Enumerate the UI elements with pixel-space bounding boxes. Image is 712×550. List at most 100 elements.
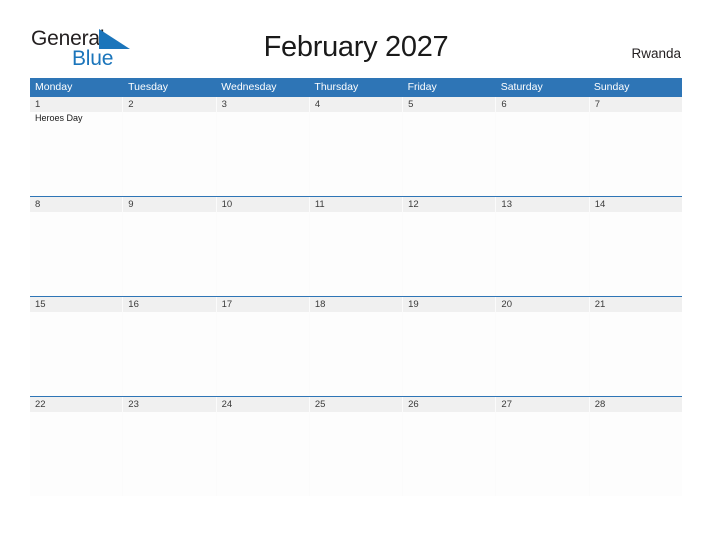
weekday-header-row: Monday Tuesday Wednesday Thursday Friday… [30,78,682,97]
weekday-header-monday: Monday [35,81,73,93]
weekday-header-thursday: Thursday [314,81,359,93]
day-events [310,212,402,213]
day-events: Heroes Day [30,112,122,124]
calendar-week-row: 22 23 24 25 26 27 28 [30,396,682,496]
day-number: 11 [314,199,325,210]
calendar-day-cell[interactable]: 17 [216,297,310,396]
day-events [310,112,402,113]
day-number: 8 [35,199,41,210]
calendar-day-cell[interactable]: 12 [403,197,497,296]
calendar-day-cell[interactable]: 6 [496,97,590,196]
day-events [590,212,682,213]
country-label: Rwanda [631,46,681,61]
calendar-week-cells: 15 16 17 18 19 20 21 [30,297,682,396]
calendar-day-cell[interactable]: 3 [216,97,310,196]
calendar-week-cells: 1 Heroes Day 2 3 4 5 6 7 [30,97,682,196]
calendar-week-row: 8 9 10 11 12 13 14 [30,196,682,296]
calendar-day-cell[interactable]: 13 [496,197,590,296]
calendar-day-cell[interactable]: 18 [309,297,404,396]
day-events [403,312,495,313]
day-number: 23 [128,399,139,410]
day-number: 20 [501,299,512,310]
calendar-day-cell[interactable]: 2 [123,97,217,196]
weekday-header-saturday: Saturday [500,81,543,93]
day-number: 12 [408,199,419,210]
day-events [496,112,588,113]
day-number: 9 [128,199,134,210]
calendar-weeks: 1 Heroes Day 2 3 4 5 6 7 8 9 10 11 12 13 14 15 16 17 18 19 2… [30,97,682,496]
day-events [30,312,122,313]
day-events [123,112,215,113]
calendar-day-cell[interactable]: 1 Heroes Day [30,97,124,196]
day-events [310,312,402,313]
day-number: 3 [221,99,227,110]
day-events [590,112,682,113]
calendar-day-cell[interactable]: 26 [403,397,497,496]
calendar-day-cell[interactable]: 10 [216,197,310,296]
day-events [590,412,682,413]
calendar-day-cell[interactable]: 15 [30,297,124,396]
day-number: 10 [221,199,233,210]
day-number: 18 [314,299,326,310]
day-events [30,412,122,413]
calendar-week-row: 1 Heroes Day 2 3 4 5 6 7 [30,97,682,196]
day-events [496,212,588,213]
calendar-day-cell[interactable]: 7 [589,97,682,196]
day-number: 28 [594,399,606,410]
day-number: 15 [35,299,46,310]
calendar-day-cell[interactable]: 25 [309,397,404,496]
day-events [123,412,215,413]
day-number: 22 [35,399,46,410]
calendar-day-cell[interactable]: 23 [123,397,217,496]
calendar-week-row: 15 16 17 18 19 20 21 [30,296,682,396]
calendar-day-cell[interactable]: 11 [309,197,404,296]
calendar-day-cell[interactable]: 28 [589,397,682,496]
day-number: 6 [501,99,507,110]
day-events [217,112,309,113]
day-number: 7 [594,99,600,110]
calendar-week-cells: 8 9 10 11 12 13 14 [30,197,682,296]
day-number: 14 [594,199,606,210]
day-number: 2 [128,99,134,110]
calendar-day-cell[interactable]: 4 [309,97,404,196]
day-events [403,212,495,213]
day-events [403,412,495,413]
calendar-day-cell[interactable]: 22 [30,397,124,496]
day-events [123,212,215,213]
day-number: 17 [221,299,233,310]
page-header: General Blue February 2027 Rwanda [0,0,712,69]
calendar-day-cell[interactable]: 5 [403,97,497,196]
day-number: 19 [408,299,419,310]
weekday-header-wednesday: Wednesday [221,81,277,93]
calendar-day-cell[interactable]: 24 [216,397,310,496]
calendar-day-cell[interactable]: 16 [123,297,217,396]
calendar-day-cell[interactable]: 21 [589,297,682,396]
calendar-day-cell[interactable]: 14 [589,197,682,296]
day-number: 5 [408,99,414,110]
day-number: 27 [501,399,512,410]
day-events [403,112,495,113]
day-events [496,412,588,413]
day-events [30,212,122,213]
calendar-day-cell[interactable]: 20 [496,297,590,396]
calendar-day-cell[interactable]: 27 [496,397,590,496]
day-events [217,312,309,313]
weekday-header-sunday: Sunday [593,81,630,93]
calendar-day-cell[interactable]: 19 [403,297,497,396]
day-number: 4 [314,99,321,110]
day-number: 16 [128,299,139,310]
weekday-header-tuesday: Tuesday [128,81,169,93]
weekday-header-friday: Friday [407,81,437,93]
day-events [310,412,402,413]
day-number: 26 [408,399,419,410]
day-number: 1 [35,99,41,110]
day-events [123,312,215,313]
day-event-label: Heroes Day [35,113,83,123]
calendar-day-cell[interactable]: 8 [30,197,124,296]
day-events [217,212,309,213]
day-events [496,312,588,313]
day-number: 13 [501,199,512,210]
calendar-day-cell[interactable]: 9 [123,197,217,296]
day-events [590,312,682,313]
day-events [217,412,309,413]
